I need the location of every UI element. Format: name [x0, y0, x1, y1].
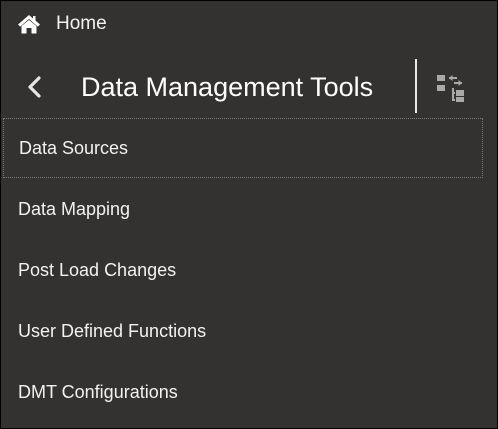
nav-item-label: Data Mapping — [18, 198, 131, 219]
home-label: Home — [56, 13, 107, 34]
nav-item-label: Data Sources — [19, 137, 129, 158]
nav-item-label: Post Load Changes — [18, 259, 177, 280]
title-bar: Data Management Tools — [1, 59, 497, 115]
switch-view-button[interactable] — [435, 72, 467, 104]
navigation-panel: Home Data Management Tools Data Sources … — [0, 0, 498, 429]
home-link[interactable]: Home — [17, 11, 107, 37]
nav-item-post-load-changes[interactable]: Post Load Changes — [1, 240, 497, 300]
nav-list: Data Sources Data Mapping Post Load Chan… — [1, 118, 497, 423]
title-divider — [415, 59, 417, 113]
nav-item-user-defined-functions[interactable]: User Defined Functions — [1, 301, 497, 361]
page-title: Data Management Tools — [81, 72, 374, 102]
nav-item-label: User Defined Functions — [18, 320, 207, 341]
nav-item-dmt-configurations[interactable]: DMT Configurations — [1, 362, 497, 422]
back-button[interactable] — [21, 73, 49, 101]
chevron-left-icon — [27, 76, 43, 98]
switch-hierarchy-icon — [435, 72, 467, 104]
home-icon — [17, 14, 41, 34]
nav-item-label: DMT Configurations — [18, 381, 178, 402]
nav-item-data-sources[interactable]: Data Sources — [3, 118, 483, 178]
nav-item-data-mapping[interactable]: Data Mapping — [1, 179, 497, 239]
